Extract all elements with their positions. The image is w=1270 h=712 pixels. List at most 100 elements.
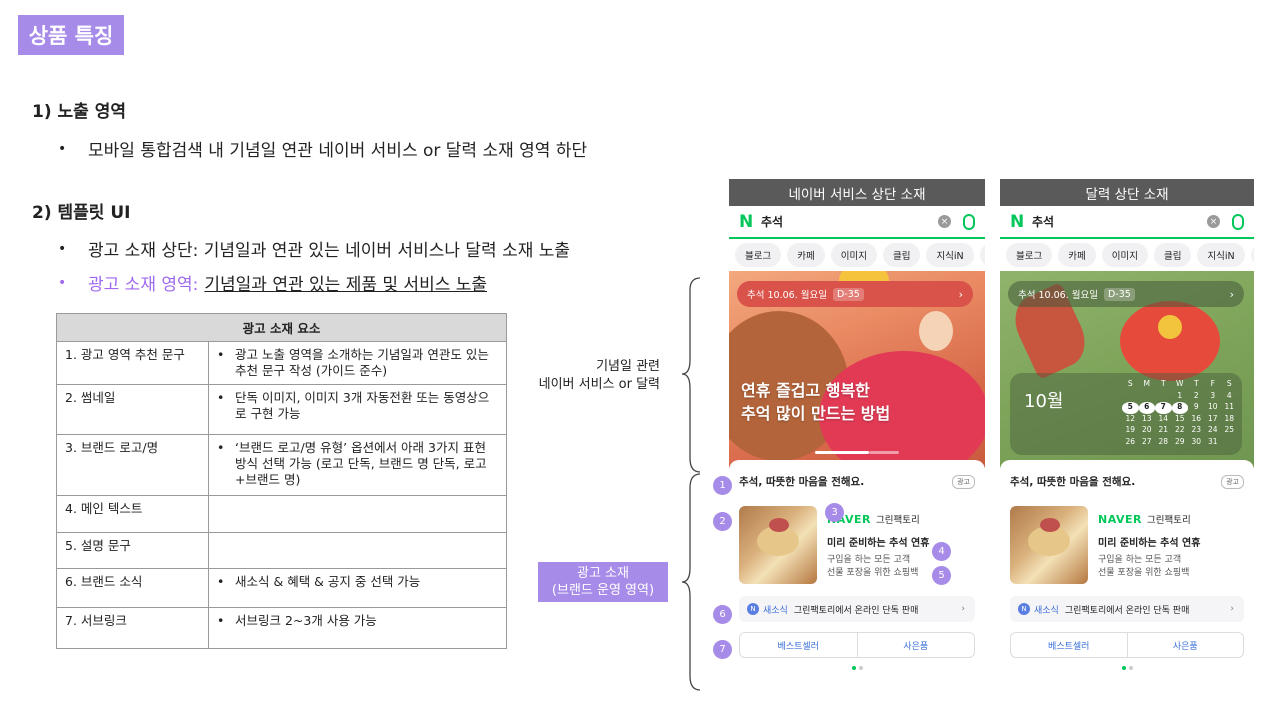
calendar-day[interactable]: 11 bbox=[1221, 402, 1238, 414]
search-bar[interactable]: N 추석 × bbox=[1000, 206, 1254, 239]
marker-4: 4 bbox=[932, 542, 951, 561]
table-cell-desc: • ‘브랜드 로고/명 유형’ 옵션에서 아래 3가지 표현 방식 선택 가능 (… bbox=[208, 434, 507, 496]
calendar-day[interactable]: 15 bbox=[1172, 414, 1189, 426]
dday-badge: D-35 bbox=[1103, 287, 1135, 301]
calendar-day[interactable]: 4 bbox=[1221, 391, 1238, 403]
sublink-bestseller[interactable]: 베스트셀러 bbox=[1011, 633, 1128, 657]
table-cell-desc: • 단독 이미지, 이미지 3개 자동전환 또는 동영상으로 구현 가능 bbox=[208, 384, 507, 435]
calendar-day[interactable]: 16 bbox=[1188, 414, 1205, 426]
tab-influencer[interactable]: 인플 bbox=[1250, 243, 1254, 267]
search-tabs: 블로그 카페 이미지 클립 지식iN 인플 bbox=[1000, 239, 1254, 271]
calendar-day bbox=[1122, 391, 1139, 403]
calendar-day[interactable]: 3 bbox=[1205, 391, 1222, 403]
phone-naver-service: 네이버 서비스 상단 소재 N 추석 × 블로그 카페 이미지 클립 지식iN … bbox=[729, 179, 985, 692]
tab-kin[interactable]: 지식iN bbox=[1197, 243, 1245, 267]
brand-news-bar[interactable]: N 새소식 그린팩토리에서 온라인 단독 판매 › bbox=[739, 596, 975, 622]
ad-tag[interactable]: 광고 bbox=[1221, 474, 1244, 489]
product-title[interactable]: 미리 준비하는 추석 연휴 bbox=[827, 534, 929, 549]
brand-name: 그린팩토리 bbox=[1146, 515, 1191, 526]
search-query[interactable]: 추석 bbox=[1032, 213, 1207, 230]
calendar-day[interactable]: 21 bbox=[1155, 425, 1172, 437]
calendar-day[interactable]: 8 bbox=[1171, 402, 1188, 414]
calendar-day[interactable]: 13 bbox=[1139, 414, 1156, 426]
desc-text: 새소식 & 혜택 & 공지 중 선택 가능 bbox=[235, 574, 421, 589]
date-pill[interactable]: 추석 10.06. 월요일 D-35 › bbox=[737, 281, 973, 307]
ad-tag[interactable]: 광고 bbox=[952, 474, 975, 489]
calendar-weekday: T bbox=[1160, 379, 1166, 388]
calendar-month: 10월 bbox=[1024, 391, 1064, 412]
microphone-icon[interactable] bbox=[1232, 213, 1244, 230]
brand[interactable]: NAVER 그린팩토리 bbox=[1098, 512, 1200, 527]
calendar-day bbox=[1221, 437, 1238, 449]
search-query[interactable]: 추석 bbox=[761, 213, 938, 230]
calendar-day[interactable]: 28 bbox=[1155, 437, 1172, 449]
calendar-day[interactable]: 25 bbox=[1221, 425, 1238, 437]
calendar-banner[interactable]: 추석 10.06. 월요일 D-35 › 10월 SMTWTFS12345678… bbox=[1000, 271, 1254, 468]
sublink-bestseller[interactable]: 베스트셀러 bbox=[740, 633, 858, 657]
product-thumbnail[interactable] bbox=[739, 506, 817, 584]
tab-influencer[interactable]: 인플 bbox=[979, 243, 985, 267]
table-cell-name: 7. 서브링크 bbox=[56, 607, 209, 649]
news-text: 그린팩토리에서 온라인 단독 판매 bbox=[793, 605, 919, 616]
tab-kin[interactable]: 지식iN bbox=[926, 243, 974, 267]
bullet-icon: • bbox=[58, 140, 67, 157]
tab-blog[interactable]: 블로그 bbox=[1006, 243, 1053, 267]
product-title[interactable]: 미리 준비하는 추석 연휴 bbox=[1098, 534, 1200, 549]
calendar-day[interactable]: 14 bbox=[1155, 414, 1172, 426]
clear-icon[interactable]: × bbox=[1207, 215, 1220, 228]
calendar-day[interactable]: 17 bbox=[1205, 414, 1222, 426]
calendar-day[interactable]: 9 bbox=[1188, 402, 1205, 414]
tab-clip[interactable]: 클립 bbox=[882, 243, 921, 267]
naver-service-banner[interactable]: 추석 10.06. 월요일 D-35 › 연휴 즐겁고 행복한 추억 많이 만드… bbox=[729, 271, 985, 468]
table-cell-desc: • 새소식 & 혜택 & 공지 중 선택 가능 bbox=[208, 568, 507, 608]
tab-blog[interactable]: 블로그 bbox=[735, 243, 782, 267]
calendar-day[interactable]: 20 bbox=[1139, 425, 1156, 437]
microphone-icon[interactable] bbox=[963, 213, 975, 230]
calendar-day[interactable]: 22 bbox=[1172, 425, 1189, 437]
product-thumbnail[interactable] bbox=[1010, 506, 1088, 584]
calendar-day[interactable]: 26 bbox=[1122, 437, 1139, 449]
calendar-day[interactable]: 27 bbox=[1139, 437, 1156, 449]
upper-label-line1: 기념일 관련 bbox=[596, 359, 660, 374]
calendar-day[interactable]: 6 bbox=[1138, 402, 1155, 414]
brand-news-bar[interactable]: N 새소식 그린팩토리에서 온라인 단독 판매 › bbox=[1010, 596, 1244, 622]
tab-clip[interactable]: 클립 bbox=[1153, 243, 1192, 267]
table-cell-name: 6. 브랜드 소식 bbox=[56, 568, 209, 608]
calendar-widget[interactable]: 10월 S M T W T F S 1 2 3 4 5 6 7 8 9 10 11 12 13 14 15 16 17 18 19… bbox=[1010, 373, 1242, 455]
product-description: 구입을 하는 모든 고객 선물 포장을 위한 쇼핑백 bbox=[827, 554, 929, 580]
calendar-day[interactable]: 24 bbox=[1205, 425, 1222, 437]
calendar-day bbox=[1155, 391, 1172, 403]
date-pill[interactable]: 추석 10.06. 월요일 D-35 › bbox=[1008, 281, 1244, 307]
calendar-day[interactable]: 29 bbox=[1172, 437, 1189, 449]
table-cell-desc: • 서브링크 2~3개 사용 가능 bbox=[208, 607, 507, 649]
calendar-day[interactable]: 18 bbox=[1221, 414, 1238, 426]
table-row: 6. 브랜드 소식 • 새소식 & 혜택 & 공지 중 선택 가능 bbox=[56, 568, 507, 608]
tab-image[interactable]: 이미지 bbox=[830, 243, 877, 267]
calendar-day[interactable]: 30 bbox=[1188, 437, 1205, 449]
calendar-day[interactable]: 23 bbox=[1188, 425, 1205, 437]
calendar-day[interactable]: 31 bbox=[1205, 437, 1222, 449]
sublinks: 베스트셀러 사은품 bbox=[1010, 632, 1244, 658]
naver-logo-icon: N bbox=[739, 211, 754, 232]
sublink-gift[interactable]: 사은품 bbox=[858, 633, 975, 657]
clear-icon[interactable]: × bbox=[938, 215, 951, 228]
calendar-day[interactable]: 5 bbox=[1122, 402, 1139, 414]
calendar-day[interactable]: 12 bbox=[1122, 414, 1139, 426]
ad-area-label: 광고 소재 (브랜드 운영 영역) bbox=[538, 562, 668, 602]
chevron-right-icon: › bbox=[1229, 287, 1234, 301]
calendar-day[interactable]: 1 bbox=[1172, 391, 1189, 403]
marker-5: 5 bbox=[932, 566, 951, 585]
calendar-day[interactable]: 19 bbox=[1122, 425, 1139, 437]
calendar-day[interactable]: 10 bbox=[1205, 402, 1222, 414]
search-bar[interactable]: N 추석 × bbox=[729, 206, 985, 239]
calendar-day[interactable]: 2 bbox=[1188, 391, 1205, 403]
calendar-day bbox=[1139, 391, 1156, 403]
news-label: 새소식 bbox=[763, 605, 788, 616]
product-block[interactable]: NAVER 그린팩토리 미리 준비하는 추석 연휴 구입을 하는 모든 고객 선물… bbox=[1010, 506, 1244, 584]
tab-image[interactable]: 이미지 bbox=[1101, 243, 1148, 267]
section1-bullet: • 모바일 통합검색 내 기념일 연관 네이버 서비스 or 달력 소재 영역 … bbox=[58, 136, 587, 162]
sublink-gift[interactable]: 사은품 bbox=[1128, 633, 1244, 657]
tab-cafe[interactable]: 카페 bbox=[1058, 243, 1096, 267]
calendar-day[interactable]: 7 bbox=[1155, 402, 1172, 414]
tab-cafe[interactable]: 카페 bbox=[787, 243, 825, 267]
